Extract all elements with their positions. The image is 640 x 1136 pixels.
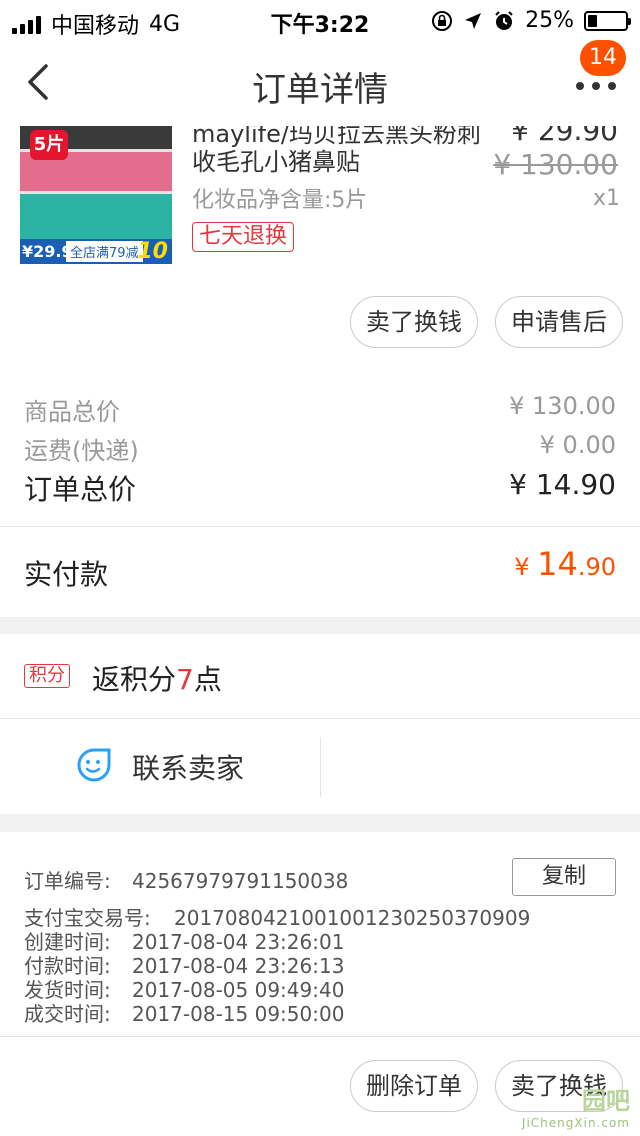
thumb-promo-amount: 10: [137, 239, 168, 264]
apply-aftersale-button[interactable]: 申请售后: [495, 296, 623, 348]
product-quantity: x1: [592, 186, 620, 211]
order-number-value: 42567979791150038: [132, 869, 349, 893]
goods-total-row: 商品总价 ¥ 130.00: [24, 392, 616, 427]
order-number-line: 订单编号: 42567979791150038: [24, 865, 348, 894]
location-arrow-icon: [465, 12, 482, 29]
paid-integer: 14: [537, 545, 578, 583]
status-bar: 中国移动 4G 下午3:22 25%: [0, 0, 640, 40]
price-summary: 商品总价 ¥ 130.00 运费(快递) ¥ 0.00 订单总价 ¥ 14.90: [0, 364, 640, 526]
chat-bubble-icon[interactable]: [76, 747, 112, 783]
order-info: 订单编号: 42567979791150038 复制 支付宝交易号: 2017080…: [0, 832, 640, 1037]
order-total-label: 订单总价: [24, 473, 137, 506]
message-count-badge: 14: [580, 40, 626, 76]
alarm-icon: [495, 10, 513, 30]
product-card[interactable]: 5片 ¥29.9 全店满79减 10 maylife/玛贝拉去黑头粉刺 收毛孔小…: [0, 126, 640, 364]
product-spec: 化妆品净含量:5片: [192, 188, 368, 213]
order-total-value: ¥ 14.90: [509, 468, 616, 501]
order-total-row: 订单总价 ¥ 14.90: [24, 468, 616, 508]
product-thumbnail[interactable]: 5片 ¥29.9 全店满79减 10: [20, 126, 172, 264]
nav-bar: 订单详情 14: [0, 40, 640, 126]
goods-total-label: 商品总价: [24, 398, 120, 426]
shipping-value: ¥ 0.00: [539, 431, 616, 459]
paid-decimal: .90: [577, 553, 616, 581]
watermark-url: JiChengXin.com: [521, 1116, 630, 1130]
page-title: 订单详情: [252, 70, 388, 110]
thumb-promo: 全店满79减: [66, 241, 143, 262]
vertical-divider: [320, 737, 321, 797]
completed-label: 成交时间:: [24, 1002, 111, 1026]
actual-paid-label: 实付款: [24, 558, 109, 591]
points-suffix: 点: [193, 663, 222, 696]
actual-paid-amount: ¥ 14.90: [514, 545, 616, 583]
shipping-row: 运费(快递) ¥ 0.00: [24, 431, 616, 466]
battery-percent: 25%: [525, 8, 574, 33]
points-number: 7: [176, 663, 194, 696]
copy-order-number-button[interactable]: 复制: [512, 858, 616, 896]
service-tag: 七天退换: [192, 222, 295, 252]
contact-seller-button[interactable]: 联系卖家: [132, 747, 244, 787]
bottom-action-bar: 删除订单 卖了换钱 园吧 JiChengXin.com: [0, 1037, 640, 1136]
watermark: 园吧 JiChengXin.com: [522, 1081, 630, 1130]
completed-line: 成交时间: 2017-08-15 09:50:00: [24, 998, 344, 1027]
battery-icon: [584, 10, 631, 31]
points-prefix: 返积分: [92, 663, 177, 696]
goods-total-value: ¥ 130.00: [509, 392, 616, 420]
product-price: ¥ 29.90: [511, 126, 618, 147]
currency-symbol: ¥: [514, 553, 538, 581]
sell-for-cash-button[interactable]: 卖了换钱: [350, 296, 478, 348]
caret-pointer: [564, 510, 596, 526]
actual-paid-row: 实付款 ¥ 14.90: [0, 526, 640, 617]
contact-seller-row: 联系卖家: [0, 719, 640, 814]
points-row: 积分 返积分7点: [0, 634, 640, 719]
shipping-label: 运费(快递): [24, 437, 139, 465]
points-badge: 积分: [24, 664, 70, 688]
thumb-pack-tag: 5片: [30, 130, 68, 160]
product-name-line2[interactable]: 收毛孔小猪鼻贴: [192, 142, 360, 177]
delete-order-button[interactable]: 删除订单: [350, 1060, 478, 1112]
order-number-label: 订单编号:: [24, 869, 111, 893]
product-original-price: ¥ 130.00: [493, 148, 618, 181]
battery-fill: [588, 14, 597, 27]
watermark-logo: 园吧: [582, 1087, 630, 1115]
completed-value: 2017-08-15 09:50:00: [132, 1002, 345, 1026]
rotation-lock-icon: [432, 10, 453, 31]
points-text: 返积分7点: [92, 658, 222, 698]
